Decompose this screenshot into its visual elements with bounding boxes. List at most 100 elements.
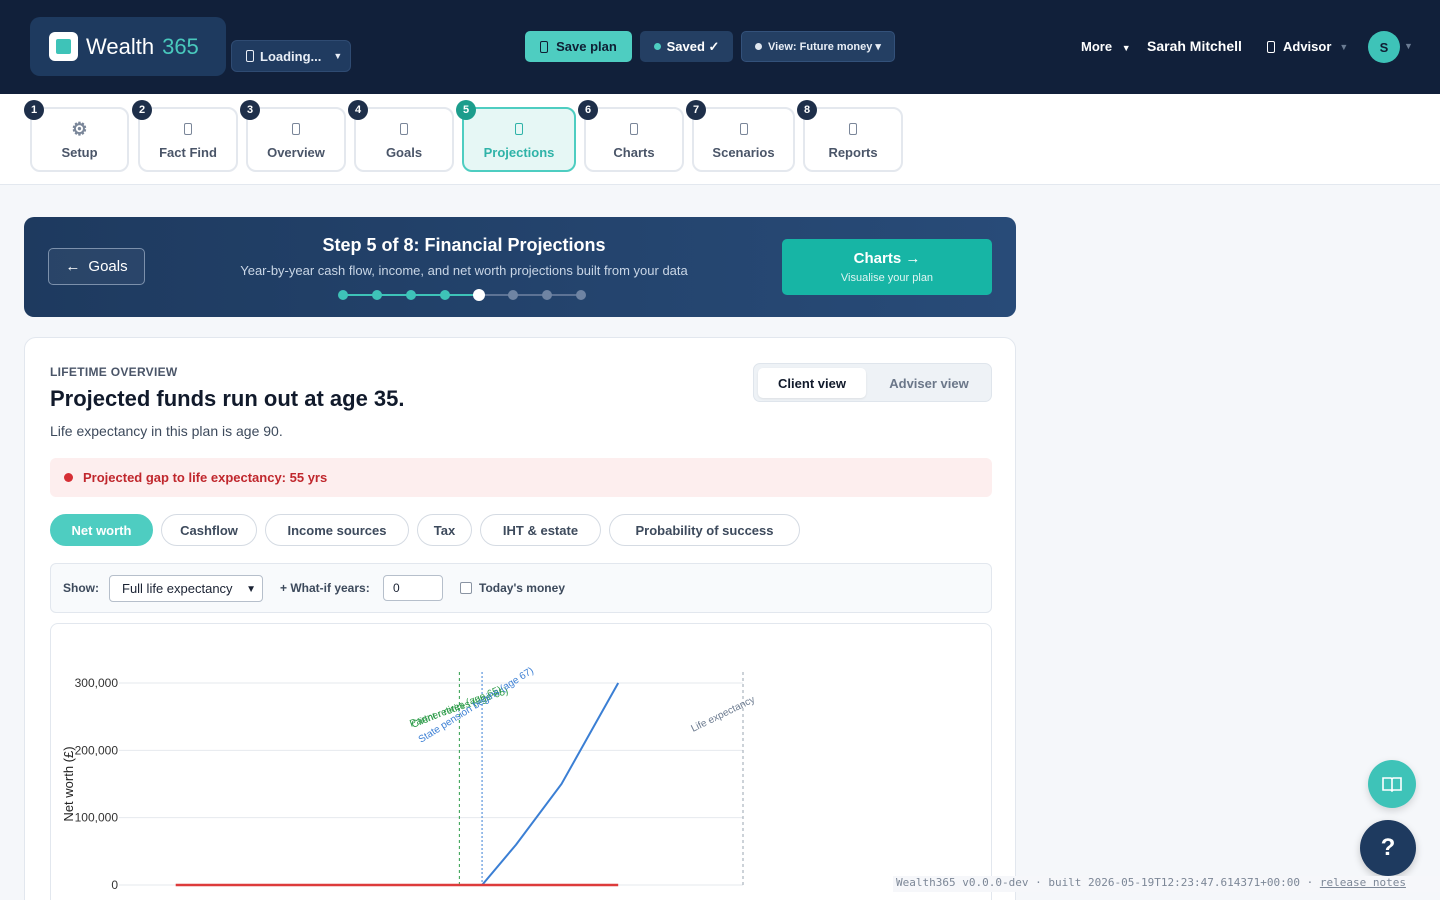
life-expectancy-note: Life expectancy in this plan is age 90. [50,423,283,439]
y-tick-label: 0 [111,878,118,892]
step-charts[interactable]: Charts [584,107,684,172]
save-plan-button[interactable]: Save plan [525,31,632,62]
step-fact-find[interactable]: Fact Find [138,107,238,172]
step-progress [338,289,590,301]
save-plan-label: Save plan [556,39,617,54]
help-button[interactable]: ? [1360,820,1416,876]
step-label: Overview [267,145,325,160]
step-goals[interactable]: Goals [354,107,454,172]
next-charts-button[interactable]: Charts → Visualise your plan [782,239,992,295]
progress-dot [473,289,485,301]
release-notes-link[interactable]: release notes [1320,876,1406,889]
brand-number: 365 [162,33,199,59]
net-worth-line [459,682,620,886]
show-range-value: Full life expectancy [122,581,233,596]
step-scenarios[interactable]: Scenarios [692,107,795,172]
user-name: Sarah Mitchell [1147,38,1242,54]
step-overview[interactable]: Overview [246,107,346,172]
step-label: Projections [483,145,555,160]
show-label: Show: [63,581,99,595]
step-number-badge: 3 [240,100,260,120]
alert-text: Projected gap to life expectancy: 55 yrs [83,470,328,485]
client-view-button[interactable]: Client view [758,368,866,398]
progress-dot [576,290,586,300]
clipboard-icon [184,119,192,139]
step-banner: ← Goals Step 5 of 8: Financial Projectio… [24,217,1016,317]
net-worth-chart: 300,000 200,000 100,000 0 Net worth (£) Clien… [50,623,992,900]
step-navigation: ⚙ Setup Fact Find Overview Goals Project… [0,94,1440,185]
y-tick-label: 100,000 [75,811,119,825]
step-number-badge: 8 [797,100,817,120]
avatar[interactable]: S [1368,31,1400,63]
step-label: Scenarios [712,145,775,160]
brand-name: Wealth [86,33,155,59]
banner-subtitle: Year-by-year cash flow, income, and net … [240,263,688,278]
question-icon: ? [1380,834,1396,861]
chevron-down-icon: ▼ [333,51,343,61]
progress-dot [440,290,450,300]
projection-icon [515,119,523,139]
tab-probability-of-success[interactable]: Probability of success [609,514,800,546]
gap-alert: Projected gap to life expectancy: 55 yrs [50,458,992,497]
y-tick-label: 200,000 [75,743,119,757]
y-axis-label: Net worth (£) [61,746,76,821]
chevron-down-icon: ▼ [246,584,256,595]
banner-title: Step 5 of 8: Financial Projections [322,235,606,255]
logo-icon [49,32,78,61]
adviser-view-button[interactable]: Adviser view [870,368,988,398]
view-mode-dropdown[interactable]: View: Future money ▾ [741,31,895,62]
role-selector[interactable]: Advisor ▼ [1267,39,1348,54]
step-number-badge: 5 [456,100,476,120]
step-label: Fact Find [159,145,217,160]
more-menu[interactable]: More ▼ [1081,39,1131,54]
tab-cashflow[interactable]: Cashflow [161,514,257,546]
chevron-down-icon: ▼ [1121,43,1131,53]
step-reports[interactable]: Reports [803,107,903,172]
progress-dot [406,290,416,300]
overview-icon [292,119,300,139]
lifetime-overview-card: LIFETIME OVERVIEW Projected funds run ou… [24,337,1016,900]
brand-logo[interactable]: Wealth 365 [30,17,226,76]
client-selector-label: Loading... [260,48,322,64]
role-label: Advisor [1283,39,1332,54]
saved-status: Saved ✓ [640,31,733,62]
save-icon [540,40,549,53]
progress-dot [338,290,348,300]
section-eyebrow: LIFETIME OVERVIEW [50,365,178,379]
net-worth-chart-svg: 300,000200,000100,0000Net worth (£)Clien… [61,666,757,892]
version-footer: Wealth365 v0.0.0-dev · built 2026-05-19T… [893,876,1440,892]
progress-dot [508,290,518,300]
todays-money-checkbox[interactable] [460,582,472,594]
y-tick-label: 300,000 [75,676,119,690]
todays-money-label: Today's money [479,581,565,595]
step-label: Reports [828,145,878,160]
step-projections[interactable]: Projections [462,107,576,172]
step-setup[interactable]: ⚙ Setup [30,107,129,172]
top-bar: Wealth 365 Loading... ▼ Save plan Saved … [0,0,1440,94]
client-icon [246,50,254,62]
client-selector[interactable]: Loading... ▼ [231,40,351,72]
view-mode-label: View: Future money ▾ [768,41,881,53]
step-number-badge: 4 [348,100,368,120]
guide-button[interactable] [1368,760,1416,808]
progress-dot [372,290,382,300]
alert-dot-icon [64,473,73,482]
view-toggle: Client view Adviser view [753,363,992,402]
chevron-down-icon[interactable]: ▼ [1404,41,1413,51]
whatif-years-input[interactable]: 0 [383,575,443,601]
tab-net-worth[interactable]: Net worth [50,514,153,546]
role-icon [1267,40,1275,53]
gear-icon: ⚙ [71,118,88,139]
tab-tax[interactable]: Tax [417,514,472,546]
step-label: Goals [385,145,423,160]
version-text: Wealth365 v0.0.0-dev · built 2026-05-19T… [896,876,1320,889]
step-label: Setup [61,145,98,160]
whatif-label: + What-if years: [280,581,370,595]
report-icon [849,119,857,139]
tab-iht-estate[interactable]: IHT & estate [480,514,601,546]
saved-status-label: Saved ✓ [666,38,720,54]
tab-income-sources[interactable]: Income sources [265,514,409,546]
more-menu-label: More [1081,39,1113,54]
show-range-select[interactable]: Full life expectancy ▼ [109,575,263,602]
step-label: Charts [613,145,655,160]
